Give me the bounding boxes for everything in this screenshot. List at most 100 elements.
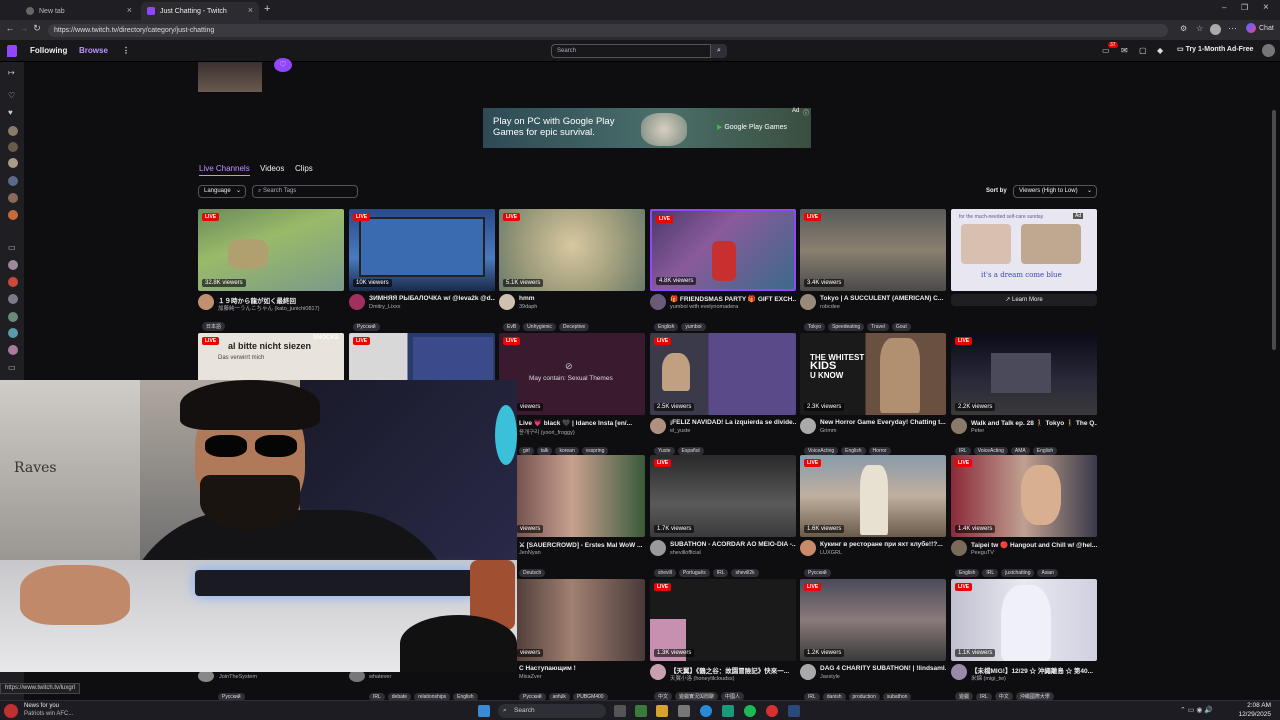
whispers-icon[interactable]: ▢ [1139, 46, 1147, 55]
stream-title[interactable]: ⚔ [SAUERCROWD] - Erstes Mal WoW ... [519, 541, 645, 549]
tag[interactable]: IRL [955, 447, 971, 455]
twitch-logo[interactable] [7, 45, 17, 57]
stream-thumbnail[interactable]: THE WHITEST KIDS U KNOW 2.3K viewers [800, 333, 946, 415]
stream-title[interactable]: SUBATHON - ACORDAR AO MEIO-DIA -... [670, 541, 796, 548]
channel-avatar[interactable] [951, 418, 967, 434]
ad-banner[interactable]: Play on PC with Google Play Games for ep… [483, 108, 811, 148]
profile-avatar[interactable] [1210, 24, 1221, 35]
channel-name[interactable]: el_yuste [670, 428, 796, 434]
follow-category-button[interactable]: ♡ [274, 58, 292, 72]
minimize-icon[interactable]: – [1222, 3, 1226, 12]
tag[interactable]: Tokyo [804, 323, 826, 331]
learn-more-button[interactable]: ↗ Learn More [951, 294, 1097, 306]
channel-name[interactable]: whatever [369, 674, 391, 680]
channel-avatar[interactable] [650, 294, 666, 310]
sidebar-channel-avatar[interactable] [8, 345, 18, 355]
stream-thumbnail[interactable]: ⊘ May contain: Sexual Themes LIVE viewer… [499, 333, 645, 415]
task-view-icon[interactable] [614, 705, 626, 717]
sidebar-channel-avatar[interactable] [8, 176, 18, 186]
channel-name[interactable]: JenNyan [519, 550, 645, 556]
channel-name[interactable]: Jaxstyle [820, 674, 946, 680]
maximize-icon[interactable]: ❐ [1241, 3, 1248, 12]
stream-thumbnail[interactable]: LIVE 4.8K viewers [650, 209, 796, 291]
stream-title[interactable]: С Наступающим ! [519, 665, 645, 672]
tag[interactable]: girl [519, 447, 534, 455]
stream-thumbnail[interactable]: LIVE 1.6K viewers [800, 455, 946, 537]
tab-new-tab[interactable]: New tab × [20, 2, 138, 20]
scrollbar-thumb[interactable] [1272, 110, 1276, 350]
language-dropdown[interactable]: Language ⌄ [198, 185, 246, 198]
stream-title[interactable]: Tokyo | A SUCCULENT (AMERICAN) C... [820, 295, 946, 302]
chat-button[interactable]: Chat [1259, 25, 1274, 32]
tag[interactable]: Русский [353, 323, 380, 331]
copilot-icon[interactable] [1246, 23, 1256, 33]
tag[interactable]: English [841, 447, 866, 455]
promo-image[interactable]: for the much-needed self-care sunday it'… [951, 209, 1097, 291]
tab-videos[interactable]: Videos [260, 164, 284, 173]
sidebar-channel-avatar[interactable] [8, 193, 18, 203]
channel-name[interactable]: PeeguTV [971, 550, 1097, 556]
tag[interactable]: English [955, 569, 980, 577]
stream-thumbnail[interactable]: LIVE 1.4K viewers [951, 455, 1097, 537]
tab-clips[interactable]: Clips [295, 164, 313, 173]
user-avatar[interactable] [1262, 44, 1275, 57]
tag[interactable]: AMA [1010, 447, 1030, 455]
close-tab-icon[interactable]: × [127, 5, 132, 15]
stream-title[interactable]: Live 💗 black 🖤 | ldance Insta [en/... [519, 419, 645, 427]
sidebar-channel-avatar[interactable] [8, 294, 18, 304]
stream-thumbnail[interactable]: LIVE 32.8K viewers [198, 209, 344, 291]
sidebar-channel-avatar[interactable] [8, 158, 18, 168]
channel-name[interactable]: 天翼小洛 (honeylilcloudss) [670, 674, 796, 682]
stream-title[interactable]: Taipei tw 🔴 Hangout and Chill w/ @hel... [971, 541, 1097, 549]
tag[interactable]: IRL [982, 569, 999, 577]
nav-more-icon[interactable]: ⋮ [122, 46, 130, 55]
bits-icon[interactable]: ◆ [1157, 46, 1163, 55]
tag[interactable]: shevill [654, 569, 676, 577]
sidebar-channel-avatar[interactable] [8, 328, 18, 338]
tag[interactable]: Yuste [654, 447, 675, 455]
tag[interactable]: Deutsch [519, 569, 546, 577]
channel-name[interactable]: yumboi with evelynomadera [670, 304, 796, 310]
channel-name[interactable]: Grimm [820, 428, 946, 434]
channel-name[interactable]: LUXGRL [820, 550, 946, 556]
stream-title[interactable]: hmm [519, 295, 645, 302]
channel-avatar[interactable] [349, 294, 365, 310]
channel-avatar[interactable] [198, 294, 214, 310]
channel-avatar[interactable] [951, 540, 967, 556]
system-tray-icon[interactable]: ⌃ ▭ ◉ 🔊 [1180, 706, 1213, 714]
channel-name[interactable]: Peter [971, 428, 1097, 434]
recommended-icon[interactable]: ▭ [8, 243, 16, 252]
taskbar-search[interactable]: ⌕ Search [498, 704, 606, 718]
tag[interactable]: shevill2k [731, 569, 759, 577]
tag[interactable]: yumboi [681, 323, 706, 331]
heart-icon[interactable]: ♥ [8, 108, 13, 117]
channel-name[interactable]: shevillofficial [670, 550, 796, 556]
tag[interactable]: korean [555, 447, 579, 455]
stream-thumbnail[interactable]: LIVE 1.1K viewers [951, 579, 1097, 661]
tag[interactable]: English [654, 323, 679, 331]
viewers-also-watch-icon[interactable]: ▭ [8, 363, 16, 372]
menu-icon[interactable]: ⋯ [1228, 23, 1237, 34]
sidebar-channel-avatar[interactable] [8, 142, 18, 152]
tag[interactable]: Travel [867, 323, 889, 331]
stream-title[interactable]: 🎁 FRIENDSMAS PARTY 🎁 GIFT EXCH... [670, 295, 796, 303]
nvidia-icon[interactable] [635, 705, 647, 717]
stream-title[interactable]: ЗИМНЯЯ РЫБАЛОЧКА w/ @leva2k @d... [369, 295, 495, 302]
ad-info-icon[interactable]: ⓘ [803, 108, 809, 117]
tag[interactable]: justchatting [1001, 569, 1035, 577]
store-icon[interactable] [678, 705, 690, 717]
reload-icon[interactable]: ↻ [31, 23, 43, 34]
channel-name[interactable]: 39daph [519, 304, 645, 310]
stream-thumbnail[interactable]: LIVE 5.1K viewers [499, 209, 645, 291]
stream-title[interactable]: New Horror Game Everyday! Chatting t... [820, 419, 946, 426]
stream-thumbnail[interactable]: viewers [499, 455, 645, 537]
stream-title[interactable]: Walk and Talk ep. 28 🚶 Tokyo 🚶 The Q... [971, 419, 1097, 427]
tag[interactable]: VoiceActing [804, 447, 839, 455]
opera-icon[interactable] [766, 705, 778, 717]
back-icon[interactable]: ← [4, 23, 16, 33]
channel-name[interactable]: MixaZver [519, 674, 645, 680]
news-title[interactable]: News for you [24, 703, 59, 709]
clock-date[interactable]: 12/29/2025 [1235, 711, 1271, 718]
stream-thumbnail[interactable]: LIVE 1.3K viewers [650, 579, 796, 661]
try-ad-free-button[interactable]: ▭ Try 1-Month Ad-Free [1177, 45, 1253, 53]
